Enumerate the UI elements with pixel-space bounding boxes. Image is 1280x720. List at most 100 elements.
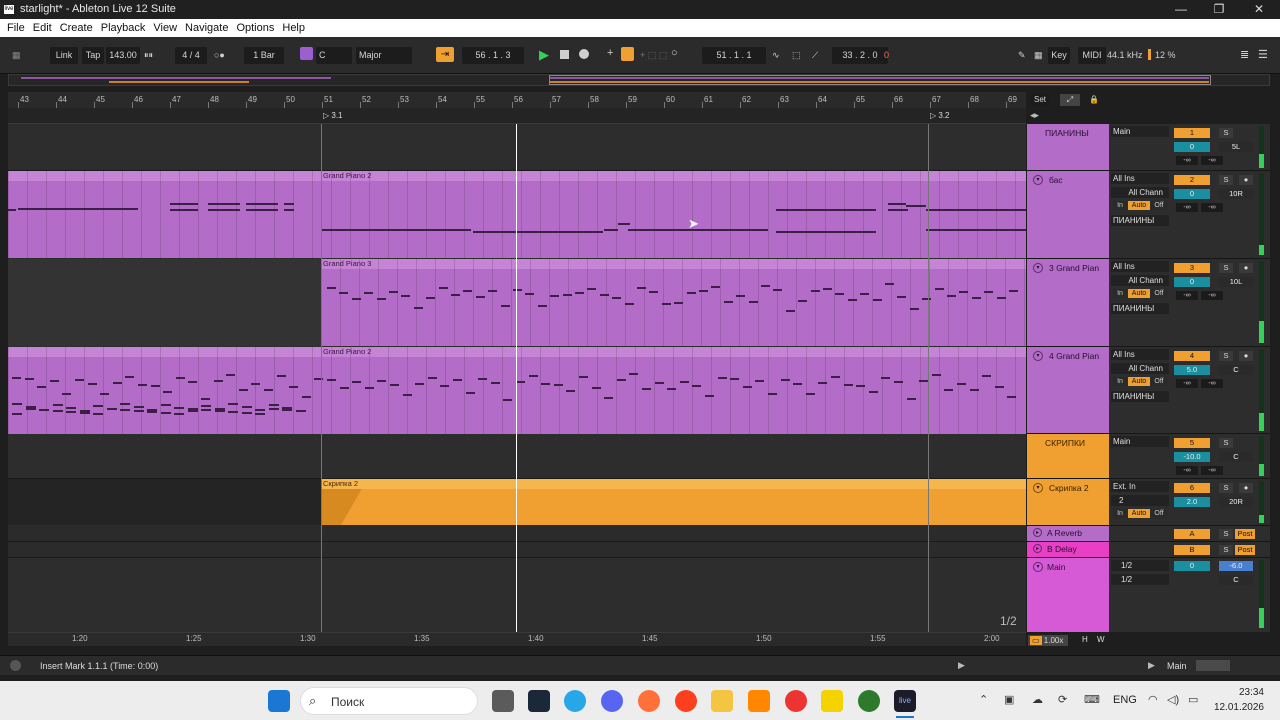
track-pianini[interactable]: ПИАНИНЫ Main 1 S 0 5L -∞ -∞ bbox=[1027, 124, 1270, 171]
monitor-off-button[interactable]: Off bbox=[1151, 377, 1167, 386]
midi-note[interactable] bbox=[208, 209, 240, 211]
lane-delay[interactable] bbox=[8, 542, 1026, 558]
arm-button[interactable]: ● bbox=[1239, 175, 1253, 185]
midi-note[interactable] bbox=[723, 301, 733, 303]
midi-note[interactable] bbox=[289, 386, 299, 388]
midi-note[interactable] bbox=[228, 411, 238, 413]
midi-note[interactable] bbox=[679, 381, 689, 383]
midi-note[interactable] bbox=[847, 299, 857, 301]
solo-button[interactable]: S bbox=[1219, 175, 1233, 185]
midi-note[interactable] bbox=[133, 410, 144, 412]
monitor-auto-button[interactable]: Auto bbox=[1128, 201, 1150, 210]
midi-note[interactable] bbox=[994, 386, 1004, 388]
midi-note[interactable] bbox=[553, 384, 563, 386]
midi-note[interactable] bbox=[550, 295, 560, 297]
key-map-button[interactable]: Key bbox=[1048, 47, 1070, 64]
locator-marker[interactable]: ▷ 3.2 bbox=[930, 111, 950, 120]
midi-note[interactable] bbox=[566, 390, 576, 392]
input-type-select[interactable]: All Ins bbox=[1111, 173, 1169, 184]
midi-note[interactable] bbox=[618, 223, 630, 225]
send-b[interactable]: -∞ bbox=[1201, 291, 1223, 300]
send-a[interactable]: -∞ bbox=[1176, 379, 1198, 388]
solo-button[interactable]: S bbox=[1219, 263, 1233, 273]
midi-note[interactable] bbox=[226, 374, 236, 376]
task-view-icon[interactable] bbox=[492, 690, 514, 712]
arrangement-overview[interactable] bbox=[8, 74, 1270, 86]
midi-note[interactable] bbox=[575, 292, 584, 294]
midi-note[interactable] bbox=[835, 293, 845, 295]
midi-note[interactable] bbox=[62, 393, 72, 395]
midi-note[interactable] bbox=[776, 231, 876, 233]
menu-file[interactable]: File bbox=[3, 19, 29, 37]
midi-note[interactable] bbox=[503, 399, 513, 401]
midi-note[interactable] bbox=[919, 380, 929, 382]
midi-note[interactable] bbox=[138, 384, 147, 386]
punch-out-icon[interactable]: ⟋ bbox=[812, 50, 818, 61]
midi-note[interactable] bbox=[364, 292, 374, 294]
arm-button[interactable]: ● bbox=[1239, 483, 1253, 493]
track-name-piano4[interactable]: ▾ 4 Grand Pian bbox=[1027, 347, 1109, 433]
midi-clip-piano3[interactable]: Grand Piano 3 bbox=[321, 259, 1026, 346]
midi-note[interactable] bbox=[661, 303, 671, 305]
automation-arm-icon[interactable] bbox=[621, 47, 634, 61]
expand-right-icon[interactable]: ▶ bbox=[958, 660, 965, 671]
info-toggle-icon[interactable] bbox=[10, 660, 21, 671]
play-icon[interactable]: ▸ bbox=[1033, 528, 1042, 537]
lane-pianini[interactable] bbox=[8, 124, 1026, 171]
midi-note[interactable] bbox=[463, 290, 473, 292]
midi-note[interactable] bbox=[996, 297, 1006, 299]
midi-note[interactable] bbox=[944, 389, 954, 391]
midi-note[interactable] bbox=[957, 383, 966, 385]
bar-ruler[interactable]: 43 44 45 46 47 48 49 50 51 52 53 54 55 56 57 58 59 60 61 62… bbox=[8, 92, 1026, 108]
set-locator-button[interactable]: Set bbox=[1031, 94, 1049, 106]
stop-icon[interactable] bbox=[560, 50, 569, 59]
main-track[interactable]: ▾ Main 1/2 1/2 0 -6.0 C bbox=[1027, 558, 1270, 632]
cloud-icon[interactable]: ☁ bbox=[1032, 693, 1043, 706]
pan-field[interactable]: C bbox=[1219, 452, 1253, 462]
zoom-to-fit-icon[interactable]: ⤢ bbox=[1060, 94, 1080, 106]
menu-create[interactable]: Create bbox=[56, 19, 97, 37]
volume-icon[interactable]: ◁) bbox=[1167, 693, 1179, 706]
monitor-auto-button[interactable]: Auto bbox=[1128, 289, 1150, 298]
start-icon[interactable] bbox=[268, 690, 290, 712]
midi-note[interactable] bbox=[246, 203, 278, 205]
midi-note[interactable] bbox=[12, 377, 21, 379]
drag-handle-icon[interactable]: ▦ bbox=[12, 50, 21, 61]
telegram-icon[interactable] bbox=[564, 690, 586, 712]
quantization-select[interactable]: 1 Bar bbox=[244, 47, 284, 64]
fold-icon[interactable]: ▾ bbox=[1033, 562, 1043, 572]
volume-field[interactable]: 5.0 bbox=[1174, 365, 1210, 375]
midi-note[interactable] bbox=[488, 290, 498, 292]
track-activator[interactable]: 3 bbox=[1174, 263, 1210, 273]
midi-note[interactable] bbox=[12, 413, 22, 415]
midi-note[interactable] bbox=[255, 413, 265, 415]
lane-piano4[interactable]: Grand Piano 2 bbox=[8, 347, 1026, 434]
track-activator[interactable]: A bbox=[1174, 529, 1210, 539]
link-button[interactable]: Link bbox=[50, 47, 78, 64]
midi-note[interactable] bbox=[699, 290, 708, 292]
preview-volume-field[interactable]: -6.0 bbox=[1219, 561, 1253, 571]
midi-note[interactable] bbox=[214, 410, 225, 412]
input-channel-select[interactable]: All Chann bbox=[1111, 275, 1169, 286]
send-b[interactable]: -∞ bbox=[1201, 203, 1223, 212]
midi-note[interactable] bbox=[776, 209, 876, 211]
track-name-delay[interactable]: ▸ B Delay bbox=[1027, 542, 1109, 557]
midi-note[interactable] bbox=[133, 406, 144, 408]
monitor-off-button[interactable]: Off bbox=[1151, 201, 1167, 210]
midi-note[interactable] bbox=[736, 295, 746, 297]
pan-field[interactable]: 10L bbox=[1219, 277, 1253, 287]
midi-note[interactable] bbox=[599, 294, 609, 296]
midi-note[interactable] bbox=[389, 291, 398, 293]
tap-button[interactable]: Tap bbox=[82, 47, 104, 64]
language-indicator[interactable]: ENG bbox=[1113, 694, 1137, 706]
midi-note[interactable] bbox=[352, 381, 362, 383]
lock-icon[interactable]: 🔒 bbox=[1087, 94, 1101, 106]
arm-button[interactable]: ● bbox=[1239, 351, 1253, 361]
midi-note[interactable] bbox=[238, 389, 248, 391]
menu-edit[interactable]: Edit bbox=[29, 19, 56, 37]
midi-note[interactable] bbox=[413, 307, 423, 309]
midi-note[interactable] bbox=[805, 393, 815, 395]
midi-note[interactable] bbox=[321, 229, 471, 231]
volume-field[interactable]: 2.0 bbox=[1174, 497, 1210, 507]
track-activator[interactable]: 4 bbox=[1174, 351, 1210, 361]
